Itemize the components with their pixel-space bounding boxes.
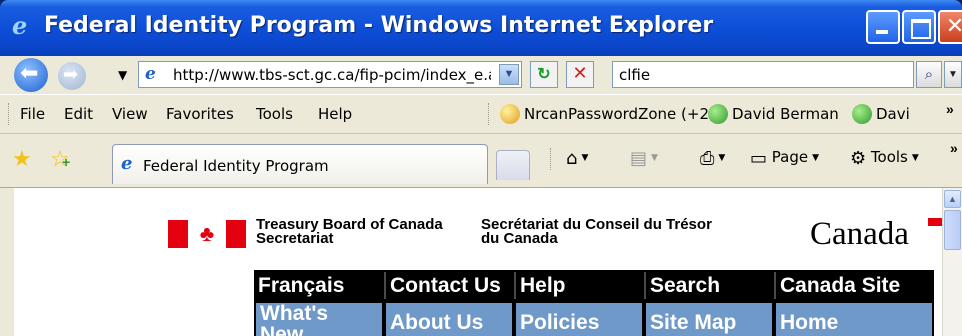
nav-home[interactable]: Home [776,303,932,336]
printer-icon: ⎙ [700,148,715,169]
page-icon: e [145,64,156,84]
minimize-button[interactable] [866,10,900,44]
content-left-border [0,188,14,336]
refresh-icon: ↻ [537,66,551,83]
department-name-english: Treasury Board of Canada Secretariat [256,216,443,247]
link-davi[interactable]: Davi [852,104,910,124]
nav-about-us[interactable]: About Us [386,303,512,336]
nav-canada-site[interactable]: Canada Site [774,272,934,299]
menu-file[interactable]: File [20,105,45,123]
ie-page-icon: e [121,153,133,174]
back-button[interactable] [14,58,48,92]
title-bar: e Federal Identity Program - Windows Int… [0,0,962,56]
tab-federal-identity-program[interactable]: e Federal Identity Program [112,144,488,184]
nav-policies[interactable]: Policies [516,303,642,336]
vertical-scrollbar[interactable]: ▲ [942,188,962,336]
stop-icon: ✕ [572,63,588,84]
page-icon: ▭ [750,148,768,169]
search-options-button[interactable]: ▼ [944,61,962,88]
page-menu-button[interactable]: ▭ Page ▼ [750,148,819,169]
close-icon: ✕ [945,14,962,39]
page-content: ♣ Treasury Board of Canada Secretariat S… [14,188,942,336]
search-value[interactable]: clfie [619,66,650,84]
minimize-icon [868,12,898,42]
menu-tools[interactable]: Tools [256,105,293,123]
address-dropdown-button[interactable]: ▼ [499,64,519,85]
canada-flag-logo: ♣ [168,220,246,248]
add-favorites-star-icon[interactable]: ☆ [50,146,70,172]
browser-window: e Federal Identity Program - Windows Int… [0,0,962,336]
more-commands-chevron-icon[interactable]: » [950,140,958,156]
feeds-button[interactable]: ▤ ▼ [630,148,658,169]
maximize-icon [904,12,934,42]
nav-whats-new[interactable]: What's New [256,303,382,336]
maximize-button[interactable] [902,10,936,44]
menu-bar: File Edit View Favorites Tools Help Nrca… [0,94,962,134]
nav-help[interactable]: Help [514,272,644,299]
window-title: Federal Identity Program - Windows Inter… [44,13,714,38]
department-name-french: Secrétariat du Conseil du Trésor du Cana… [481,216,712,247]
menu-edit[interactable]: Edit [64,105,93,123]
home-icon: ⌂ [566,148,578,169]
search-button[interactable]: ⌕ [916,61,942,88]
tab-label: Federal Identity Program [143,157,329,175]
user-icon [708,104,728,124]
address-field[interactable]: e http://www.tbs-sct.gc.ca/fip-pcim/inde… [138,61,522,88]
menu-favorites[interactable]: Favorites [166,105,234,123]
gear-icon: ⚙ [850,148,867,169]
scroll-up-button[interactable]: ▲ [944,190,961,208]
address-toolbar: ▼ e http://www.tbs-sct.gc.ca/fip-pcim/in… [0,56,962,94]
print-button[interactable]: ⎙ ▼ [700,148,725,169]
canada-wordmark: Canada [810,216,942,253]
maple-leaf-icon: ♣ [199,221,215,246]
tools-menu-button[interactable]: ⚙ Tools ▼ [850,148,919,169]
forward-button[interactable] [58,62,86,90]
link-password-zone[interactable]: NrcanPasswordZone (+2) [500,104,715,124]
more-links-chevron-icon[interactable]: » [946,101,954,117]
nav-search[interactable]: Search [644,272,774,299]
link-david-berman[interactable]: David Berman [708,104,839,124]
nav-site-map[interactable]: Site Map [646,303,772,336]
wordmark-flag-icon [928,218,942,226]
key-icon [500,104,520,124]
scrollbar-thumb[interactable] [944,210,961,250]
user-icon [852,104,872,124]
new-tab-button[interactable] [496,150,530,180]
recent-pages-dropdown[interactable]: ▼ [118,68,127,82]
search-icon: ⌕ [924,65,934,83]
ie-logo-icon: e [12,11,28,40]
nav-bottom-row: What's New About Us Policies Site Map Hom… [254,301,934,336]
stop-button[interactable]: ✕ [566,61,594,88]
links-grip[interactable] [488,103,492,125]
commandbar-grip[interactable] [550,148,554,170]
nav-top-row: Français Contact Us Help Search Canada S… [254,270,934,301]
menu-view[interactable]: View [112,105,148,123]
nav-francais[interactable]: Français [254,272,384,299]
close-button[interactable]: ✕ [938,10,962,44]
tab-bar: ★ ☆ e Federal Identity Program ⌂▼ ▤▼ ⎙▼ … [0,134,962,188]
refresh-button[interactable]: ↻ [530,61,558,88]
favorites-center-star-icon[interactable]: ★ [12,146,32,172]
nav-contact-us[interactable]: Contact Us [384,272,514,299]
rss-feed-icon: ▤ [630,148,648,169]
home-button[interactable]: ⌂ ▼ [566,148,588,169]
address-url[interactable]: http://www.tbs-sct.gc.ca/fip-pcim/index_… [173,66,491,84]
search-input[interactable]: clfie [612,61,914,88]
toolbar-grip[interactable] [8,103,12,125]
menu-help[interactable]: Help [318,105,352,123]
